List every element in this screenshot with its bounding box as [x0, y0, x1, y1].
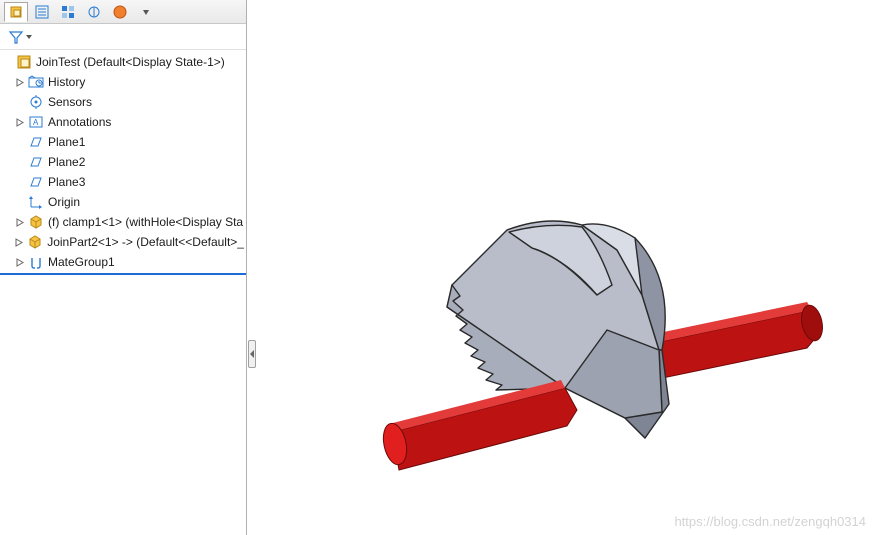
property-icon: [34, 4, 50, 20]
tree-item-label: JoinPart2<1> -> (Default<<Default>_: [47, 235, 244, 249]
tree-item-annotations[interactable]: A Annotations: [0, 112, 246, 132]
tree-rollback-bar[interactable]: [0, 273, 246, 275]
feature-tree-panel: JoinTest (Default<Display State-1>) Hist…: [0, 0, 247, 535]
config-icon: [60, 4, 76, 20]
mates-icon: [28, 254, 44, 270]
tab-property-manager[interactable]: [30, 2, 54, 22]
plane-icon: [28, 134, 44, 150]
overflow-icon: [142, 4, 150, 20]
assembly-icon: [8, 4, 24, 20]
tree-item-label: Sensors: [48, 95, 92, 109]
expander-icon[interactable]: [14, 76, 26, 88]
expander-icon[interactable]: [14, 236, 26, 248]
part-icon: [27, 234, 43, 250]
tree-item-origin[interactable]: Origin: [0, 192, 246, 212]
feature-tree: JoinTest (Default<Display State-1>) Hist…: [0, 50, 246, 535]
panel-splitter-handle[interactable]: [248, 340, 256, 368]
tree-item-sensors[interactable]: Sensors: [0, 92, 246, 112]
sensors-icon: [28, 94, 44, 110]
funnel-icon: [8, 29, 24, 45]
tree-filter-bar: [0, 24, 246, 50]
tree-item-joinpart2[interactable]: JoinPart2<1> -> (Default<<Default>_: [0, 232, 246, 252]
annotations-icon: A: [28, 114, 44, 130]
tree-item-label: (f) clamp1<1> (withHole<Display Sta: [48, 215, 243, 229]
part-icon: [28, 214, 44, 230]
model-view: [247, 0, 876, 535]
tab-configuration-manager[interactable]: [56, 2, 80, 22]
tree-item-mategroup[interactable]: MateGroup1: [0, 252, 246, 272]
expander-icon[interactable]: [14, 216, 26, 228]
dim-icon: [86, 4, 102, 20]
plane-icon: [28, 154, 44, 170]
assembly-icon: [16, 54, 32, 70]
folder-history-icon: [28, 74, 44, 90]
display-icon: [112, 4, 128, 20]
tree-item-clamp1[interactable]: (f) clamp1<1> (withHole<Display Sta: [0, 212, 246, 232]
tab-dimxpert[interactable]: [82, 2, 106, 22]
chevron-down-icon: [26, 35, 32, 39]
tree-item-label: MateGroup1: [48, 255, 115, 269]
tree-item-history[interactable]: History: [0, 72, 246, 92]
tree-root-label: JoinTest (Default<Display State-1>): [36, 55, 225, 69]
tree-item-label: Annotations: [48, 115, 111, 129]
graphics-viewport[interactable]: https://blog.csdn.net/zengqh0314: [247, 0, 876, 535]
tree-item-label: Plane3: [48, 175, 85, 189]
tree-item-plane1[interactable]: Plane1: [0, 132, 246, 152]
filter-button[interactable]: [4, 27, 36, 47]
plane-icon: [28, 174, 44, 190]
expander-icon[interactable]: [14, 256, 26, 268]
tree-root[interactable]: JoinTest (Default<Display State-1>): [0, 52, 246, 72]
tree-item-label: Origin: [48, 195, 80, 209]
tree-item-label: History: [48, 75, 85, 89]
svg-text:A: A: [33, 118, 39, 127]
tab-overflow[interactable]: [134, 2, 158, 22]
expander-icon[interactable]: [14, 116, 26, 128]
tree-tab-bar: [0, 0, 246, 24]
tree-item-label: Plane2: [48, 155, 85, 169]
origin-icon: [28, 194, 44, 210]
tree-item-plane2[interactable]: Plane2: [0, 152, 246, 172]
tree-item-plane3[interactable]: Plane3: [0, 172, 246, 192]
tab-display-manager[interactable]: [108, 2, 132, 22]
tab-feature-tree[interactable]: [4, 2, 28, 22]
tree-item-label: Plane1: [48, 135, 85, 149]
